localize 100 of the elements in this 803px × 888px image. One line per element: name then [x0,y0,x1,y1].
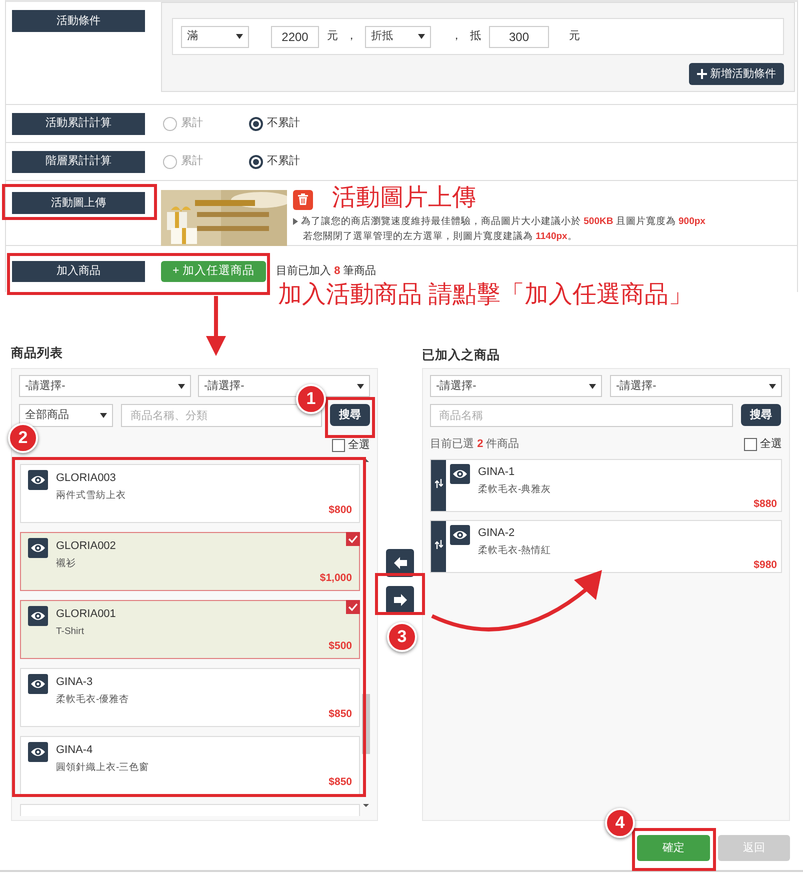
product-name: T-Shirt [56,625,84,639]
product-price: $800 [328,503,352,518]
search-field[interactable]: 商品名稱、分類 [121,404,322,427]
product-name: 圓領針織上衣-三色窗 [56,761,150,775]
eye-icon[interactable] [450,524,470,544]
product-code: GINA-2 [478,526,515,540]
eye-icon[interactable] [28,538,48,558]
product-card[interactable]: GLORIA003 兩件式雪紡上衣 $800 [20,464,360,522]
drag-handle[interactable] [431,520,446,572]
dropdown[interactable]: -請選擇- [430,375,602,397]
product-card[interactable]: GINA-2 柔軟毛衣-熱情紅 $980 [430,520,782,572]
field-label: 活動圖上傳 [12,192,145,214]
search-button[interactable]: 搜尋 [741,404,781,426]
highlight-box [375,573,425,615]
product-price: $850 [328,775,352,790]
product-price: $500 [328,639,352,654]
product-name: 柔軟毛衣-典雅灰 [478,483,552,497]
caret-icon [418,34,425,39]
highlight-box [325,397,375,438]
radio-label: 不累計 [267,154,300,170]
product-code: GINA-3 [56,674,93,690]
dropdown[interactable]: -請選擇- [19,375,191,397]
eye-icon[interactable] [28,606,48,626]
search-button[interactable]: 搜尋 [330,404,370,426]
check-icon [346,532,360,546]
product-card[interactable]: GLORIA002 襯衫 $1,000 [20,532,360,590]
callout-text: 加入活動商品 請點擊「加入任選商品」 [278,283,693,307]
step-badge: 3 [387,622,417,652]
separator-text: ， [451,29,462,44]
field-label: 階層累計計算 [12,150,145,172]
radio-label: 累計 [181,154,203,170]
down-arrow [206,296,226,356]
deduct-label: 抵 [470,29,481,44]
check-icon [346,600,360,614]
count-text: 目前已選 2 件商品 [430,436,520,452]
product-name: 兩件式雪紡上衣 [56,489,126,503]
product-code: GLORIA001 [56,606,116,622]
add-condition-button[interactable]: 新增活動條件 [689,63,784,85]
radio-button[interactable] [163,154,177,168]
dropdown[interactable]: 折抵 [365,26,431,48]
checkbox[interactable] [744,438,757,451]
product-card[interactable]: GINA-1 柔軟毛衣-典雅灰 $880 [430,458,782,512]
deduct-field[interactable]: 300 [489,26,549,48]
product-code: GINA-1 [478,464,515,480]
search-field[interactable]: 商品名稱 [430,404,733,427]
checkbox-label: 全選 [760,437,782,452]
eye-icon[interactable] [28,674,48,694]
caret-icon [236,34,243,39]
trash-icon[interactable] [293,190,313,210]
caret-icon [357,384,364,388]
caret-icon [178,384,185,388]
product-price: $980 [754,558,777,574]
dropdown[interactable]: 全部商品 [19,404,114,427]
count-text: 目前已加入 8 筆商品 [276,264,376,280]
radio-button[interactable] [249,116,263,130]
field-label: 活動累計計算 [12,112,145,134]
caret-icon [100,413,108,418]
product-card[interactable]: GINA-3 柔軟毛衣-優雅杏 $850 [20,668,360,726]
product-card[interactable]: GINA-4 圓領針織上衣-三色窗 $850 [20,736,360,794]
radio-button[interactable] [249,154,263,168]
product-code: GLORIA003 [56,470,116,486]
hint-text: 為了讓您的商店瀏覽速度維持最佳體驗，商品圖片大小建議小於 500KB 且圖片寬度為 900px [301,215,706,229]
checkbox[interactable] [332,438,345,452]
arrow-right-icon [394,594,406,606]
product-code: GLORIA002 [56,538,116,554]
section-title: 已加入之商品 [422,347,501,364]
bullet-icon [293,218,298,225]
unit-text: 元 [569,29,580,44]
arrow-left-icon [394,557,406,569]
field-label: 加入商品 [12,261,145,282]
dropdown[interactable]: 滿 [181,26,249,48]
separator-text: ， [346,29,357,44]
product-code: GINA-4 [56,742,93,758]
caret-icon [589,384,596,388]
sort-icon [434,478,442,488]
product-price: $1,000 [320,571,352,586]
callout-text: 活動圖片上傳 [332,186,476,210]
plus-icon [697,69,707,79]
product-card[interactable]: GLORIA001 T-Shirt $500 [20,600,360,658]
unit-text: 元 [327,29,338,44]
product-name: 襯衫 [56,557,76,571]
radio-label: 不累計 [267,116,300,132]
product-price: $880 [754,497,777,512]
hint-text: 若您關閉了選單管理的左方選單，則圖片寬度建議為 1140px。 [302,230,578,244]
eye-icon[interactable] [28,470,48,490]
product-price: $850 [328,707,352,722]
move-right-button[interactable] [386,586,414,614]
product-name: 柔軟毛衣-優雅杏 [56,693,130,707]
amount-field[interactable]: 2200 [271,26,319,48]
radio-button[interactable] [163,116,177,130]
dropdown[interactable]: -請選擇- [610,375,782,397]
product-name: 柔軟毛衣-熱情紅 [478,544,552,558]
field-label: 活動條件 [12,10,145,32]
sort-icon [434,538,442,550]
caret-icon [769,384,776,388]
checkbox-label: 全選 [348,438,370,453]
radio-label: 累計 [181,116,203,132]
drag-handle[interactable] [431,460,446,510]
eye-icon[interactable] [450,464,470,484]
eye-icon[interactable] [28,742,48,762]
